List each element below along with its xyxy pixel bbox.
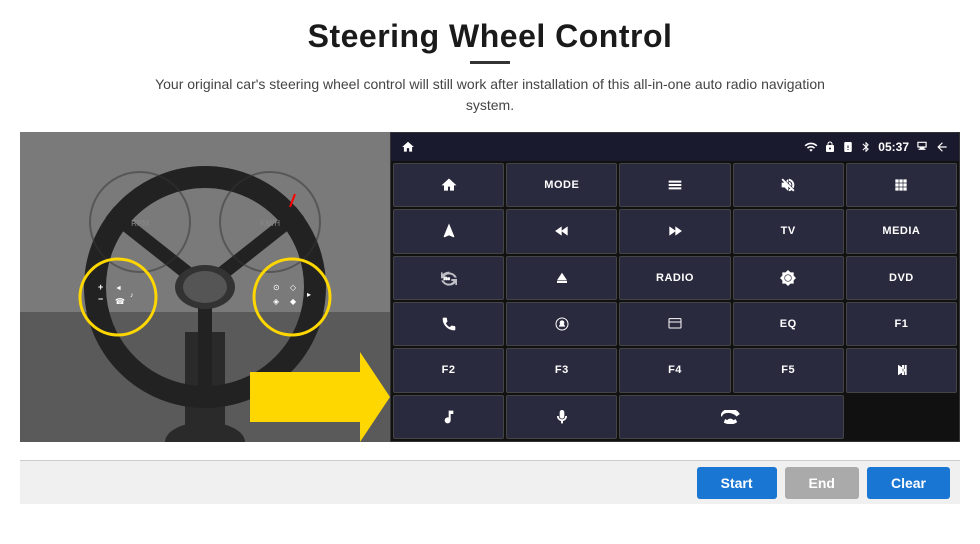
btn-phone[interactable]	[393, 302, 504, 346]
btn-navigate[interactable]	[393, 209, 504, 253]
btn-media[interactable]: MEDIA	[846, 209, 957, 253]
btn-window[interactable]	[619, 302, 730, 346]
btn-playpause[interactable]	[846, 348, 957, 392]
btn-music[interactable]	[393, 395, 504, 439]
btn-waze[interactable]	[506, 302, 617, 346]
svg-text:◆: ◆	[290, 297, 297, 306]
head-unit: 05:37 MODE	[390, 132, 960, 442]
sim-icon	[842, 141, 854, 153]
btn-tv[interactable]: TV	[733, 209, 844, 253]
btn-forward[interactable]	[619, 209, 730, 253]
btn-home[interactable]	[393, 163, 504, 207]
page-title: Steering Wheel Control	[308, 18, 673, 55]
clear-button[interactable]: Clear	[867, 467, 950, 499]
controls-grid: MODE TV	[391, 161, 959, 441]
svg-text:360: 360	[443, 277, 450, 281]
svg-text:+: +	[98, 282, 103, 292]
btn-f5[interactable]: F5	[733, 348, 844, 392]
btn-f4[interactable]: F4	[619, 348, 730, 392]
status-time: 05:37	[878, 140, 909, 154]
steering-wheel-image: RPM KM/H + − ◄ ☎ ♪ ⊙ ◈ ◇ ◆ ▸	[20, 132, 390, 442]
status-bar-left	[401, 140, 415, 154]
btn-dvd[interactable]: DVD	[846, 256, 957, 300]
status-bar-right: 05:37	[804, 140, 949, 154]
btn-rewind[interactable]	[506, 209, 617, 253]
btn-radio[interactable]: RADIO	[619, 256, 730, 300]
btn-f3[interactable]: F3	[506, 348, 617, 392]
bottom-bar: Start End Clear	[20, 460, 960, 504]
btn-apps[interactable]	[846, 163, 957, 207]
btn-list[interactable]	[619, 163, 730, 207]
home-status-icon	[401, 140, 415, 154]
btn-eject[interactable]	[506, 256, 617, 300]
page-subtitle: Your original car's steering wheel contr…	[140, 74, 840, 116]
btn-eq[interactable]: EQ	[733, 302, 844, 346]
svg-text:♪: ♪	[130, 292, 134, 299]
btn-mic[interactable]	[506, 395, 617, 439]
svg-text:☎: ☎	[115, 297, 125, 306]
btn-mute[interactable]	[733, 163, 844, 207]
bluetooth-icon	[860, 141, 872, 153]
content-row: RPM KM/H + − ◄ ☎ ♪ ⊙ ◈ ◇ ◆ ▸	[20, 132, 960, 460]
lock-icon	[824, 141, 836, 153]
btn-360[interactable]: 360	[393, 256, 504, 300]
end-button[interactable]: End	[785, 467, 859, 499]
page-container: Steering Wheel Control Your original car…	[0, 0, 980, 544]
svg-text:−: −	[98, 294, 103, 304]
svg-text:RPM: RPM	[131, 219, 149, 228]
back-icon	[935, 140, 949, 154]
btn-f2[interactable]: F2	[393, 348, 504, 392]
svg-text:KM/H: KM/H	[260, 219, 280, 228]
title-divider	[470, 61, 510, 64]
btn-mode[interactable]: MODE	[506, 163, 617, 207]
svg-text:◈: ◈	[273, 297, 280, 306]
btn-brightness[interactable]	[733, 256, 844, 300]
svg-text:◇: ◇	[290, 283, 297, 292]
btn-hangup[interactable]	[619, 395, 843, 439]
wifi-icon	[804, 140, 818, 154]
start-button[interactable]: Start	[697, 467, 777, 499]
status-bar: 05:37	[391, 133, 959, 161]
btn-f1[interactable]: F1	[846, 302, 957, 346]
screen-icon	[915, 140, 929, 154]
svg-text:⊙: ⊙	[273, 283, 280, 292]
svg-text:▸: ▸	[307, 290, 311, 299]
svg-text:◄: ◄	[115, 285, 122, 292]
